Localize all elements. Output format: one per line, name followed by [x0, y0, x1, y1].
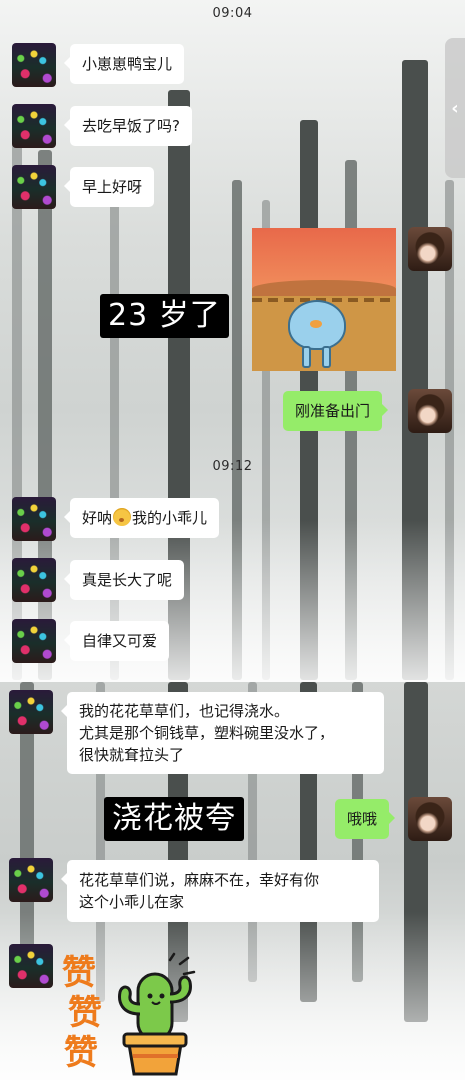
message-bubble[interactable]: 好呐 我的小乖儿 — [63, 498, 220, 538]
message-bubble[interactable]: 自律又可爱 — [63, 621, 170, 661]
message-line: 很快就耷拉头了 — [79, 746, 185, 764]
avatar[interactable] — [12, 165, 56, 209]
avatar[interactable] — [9, 690, 53, 734]
message-line: 尤其是那个铜钱草，塑料碗里没水了， — [79, 724, 335, 742]
avatar[interactable] — [9, 858, 53, 902]
cactus-praise-sticker[interactable]: 赞 赞 赞 — [60, 950, 220, 1080]
message-bubble[interactable]: 真是长大了呢 — [63, 560, 185, 600]
message-bubble[interactable]: 小崽崽鸭宝儿 — [63, 44, 185, 84]
message-bubble[interactable]: 早上好呀 — [63, 167, 155, 207]
avatar[interactable] — [12, 619, 56, 663]
message-bubble[interactable]: 花花草草们说，麻麻不在，幸好有你 这个小乖儿在家 — [61, 860, 379, 922]
message-line: 这个小乖儿在家 — [79, 893, 185, 911]
avatar[interactable] — [12, 558, 56, 602]
avatar-self[interactable] — [408, 389, 452, 433]
message-bubble[interactable]: 我的花花草草们，也记得浇水。 尤其是那个铜钱草，塑料碗里没水了， 很快就耷拉头了 — [61, 692, 384, 774]
overlay-caption: 23 岁了 — [100, 294, 229, 338]
avatar[interactable] — [9, 944, 53, 988]
timestamp: 09:12 — [212, 459, 253, 474]
avatar-self[interactable] — [408, 227, 452, 271]
message-line: 花花草草们说，麻麻不在，幸好有你 — [79, 871, 320, 889]
message-bubble[interactable]: 去吃早饭了吗? — [64, 106, 192, 146]
praise-text: 赞 — [64, 1033, 98, 1073]
timestamp: 09:04 — [212, 6, 253, 21]
avatar-self[interactable] — [408, 797, 452, 841]
cactus-icon — [118, 952, 196, 1076]
avatar[interactable] — [12, 43, 56, 87]
avatar[interactable] — [12, 497, 56, 541]
message-line: 我的花花草草们，也记得浇水。 — [79, 702, 290, 720]
praise-text: 赞 — [62, 953, 96, 993]
message-bubble-self[interactable]: 哦哦 — [335, 799, 396, 839]
message-bubble-self[interactable]: 刚准备出门 — [283, 391, 389, 431]
message-text: 好呐 — [82, 509, 113, 527]
chevron-left-icon: ‹ — [451, 97, 459, 119]
avatar[interactable] — [12, 104, 56, 148]
grin-emoji-icon — [113, 508, 132, 526]
side-panel-toggle[interactable]: ‹ — [445, 38, 465, 178]
overlay-caption: 浇花被夸 — [104, 797, 244, 841]
praise-text: 赞 — [68, 993, 102, 1033]
desert-creature-sticker[interactable] — [252, 228, 396, 371]
message-text: 我的小乖儿 — [132, 509, 208, 527]
